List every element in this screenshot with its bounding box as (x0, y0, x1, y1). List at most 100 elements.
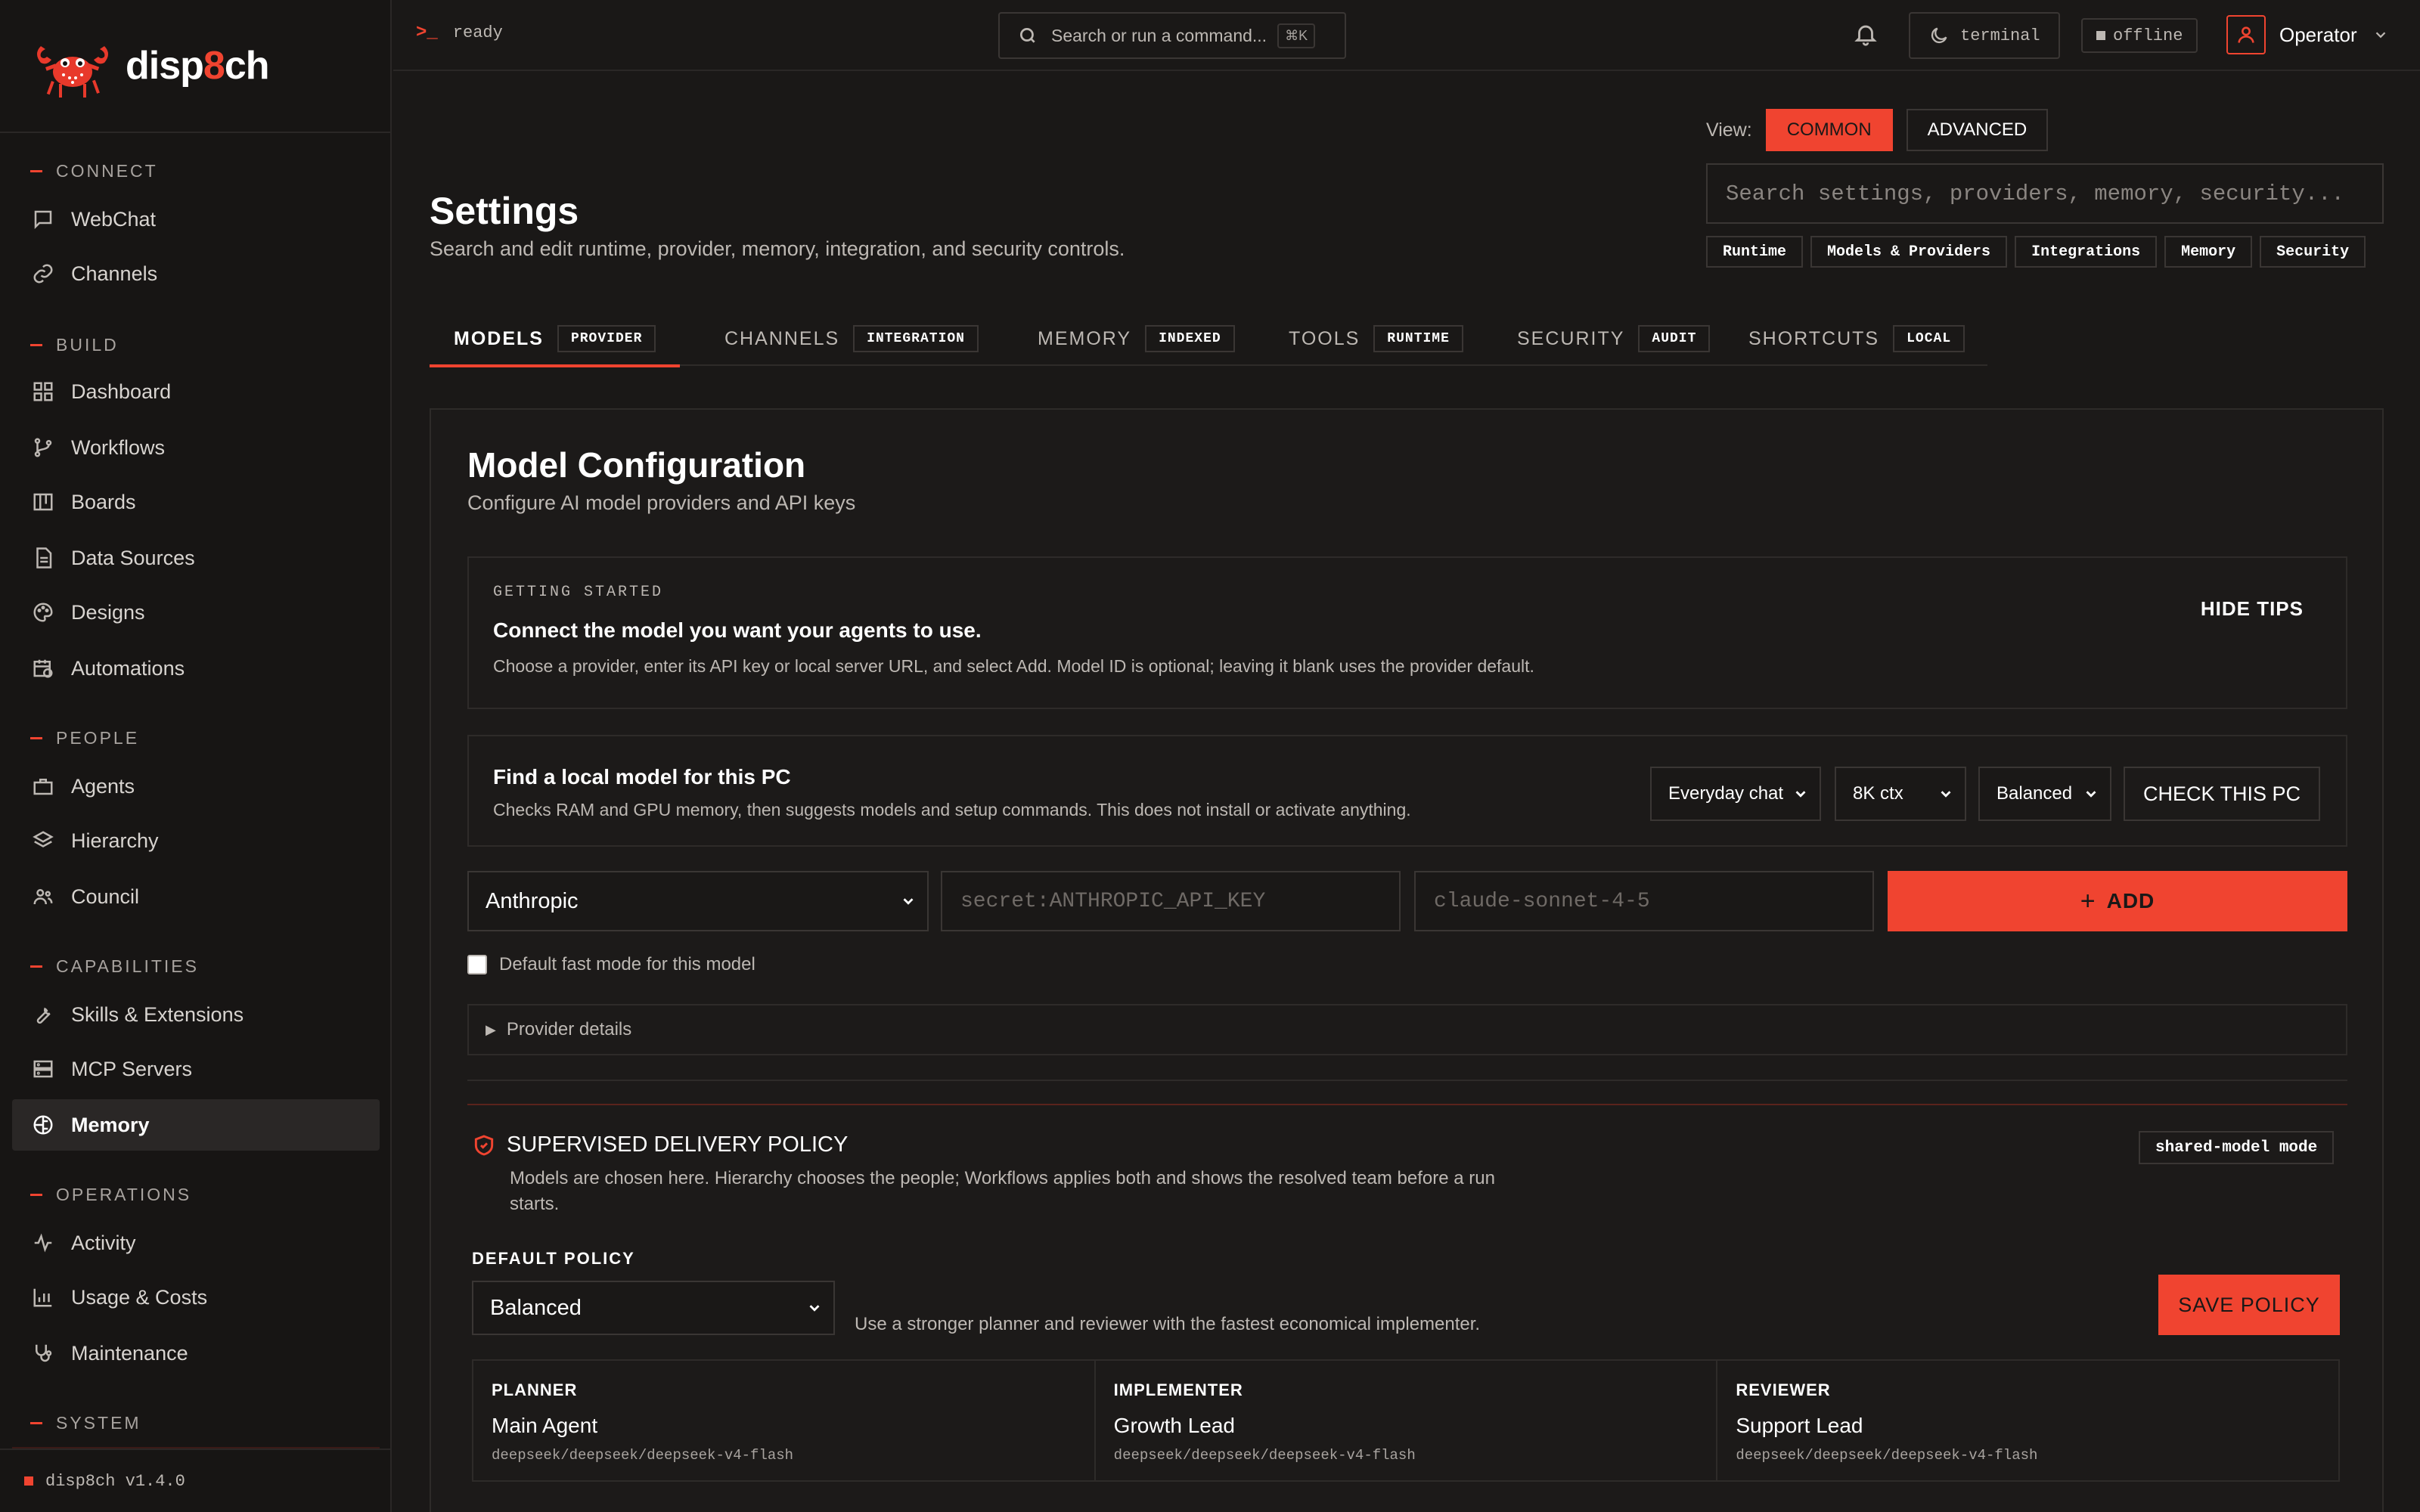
bar-chart-icon (33, 1288, 52, 1307)
chevron-down-icon (1795, 791, 1806, 798)
sidebar-item-channels[interactable]: Channels (12, 248, 380, 299)
policy-description: Models are chosen here. Hierarchy choose… (510, 1168, 1495, 1214)
chip-security[interactable]: Security (2260, 236, 2366, 268)
view-common-button[interactable]: COMMON (1765, 109, 1893, 151)
notifications-button[interactable] (1853, 21, 1879, 51)
status-square-icon (24, 1476, 33, 1486)
sidebar-item-label: Skills & Extensions (71, 1002, 244, 1026)
sidebar-item-data-sources[interactable]: Data Sources (12, 532, 380, 584)
board-icon (33, 493, 53, 511)
sidebar-item-maintenance[interactable]: Maintenance (12, 1328, 380, 1379)
status-indicator: >_ ready (416, 23, 503, 43)
context-value: 8K ctx (1853, 783, 1903, 804)
local-model-finder: Find a local model for this PC Checks RA… (467, 735, 2347, 847)
avatar (2226, 15, 2266, 54)
check-this-pc-button[interactable]: CHECK THIS PC (2124, 767, 2320, 821)
tab-badge: RUNTIME (1373, 325, 1463, 352)
settings-search-input[interactable]: Search settings, providers, memory, secu… (1706, 163, 2384, 224)
divider (467, 1080, 2347, 1081)
view-label: View: (1706, 119, 1752, 141)
tab-label: CHANNELS (724, 327, 840, 349)
chip-integrations[interactable]: Integrations (2015, 236, 2158, 268)
sidebar-item-usage-costs[interactable]: Usage & Costs (12, 1272, 380, 1323)
context-select[interactable]: 8K ctx (1835, 767, 1966, 821)
provider-select[interactable]: Anthropic (467, 871, 929, 931)
tab-channels[interactable]: CHANNELS INTEGRATION (724, 311, 979, 366)
role-implementer: IMPLEMENTER Growth Lead deepseek/deepsee… (1096, 1361, 1718, 1480)
use-case-value: Everyday chat (1668, 783, 1784, 804)
stethoscope-icon (36, 1344, 52, 1362)
fast-mode-checkbox[interactable] (467, 955, 487, 974)
tab-models[interactable]: MODELS PROVIDER (430, 311, 681, 367)
view-advanced-button[interactable]: ADVANCED (1906, 109, 2049, 151)
sidebar-item-label: Memory (71, 1113, 150, 1136)
sidebar-item-label: Boards (71, 490, 136, 513)
tips-body: Choose a provider, enter its API key or … (493, 656, 1534, 676)
tab-badge: PROVIDER (557, 325, 656, 352)
sidebar-item-automations[interactable]: Automations (12, 643, 380, 694)
tab-security[interactable]: SECURITY AUDIT (1517, 311, 1711, 366)
sidebar-item-memory[interactable]: Memory (12, 1099, 380, 1151)
sidebar-item-label: Workflows (71, 435, 166, 459)
layers-icon (33, 831, 54, 847)
sidebar-item-agents[interactable]: Agents (12, 761, 380, 812)
topbar: >_ ready Search or run a command... ⌘K t… (393, 0, 2420, 71)
branch-icon (34, 438, 52, 457)
nav-section-operations: OPERATIONS (0, 1179, 191, 1210)
tab-memory[interactable]: MEMORY INDEXED (1038, 311, 1235, 366)
sidebar-item-skills[interactable]: Skills & Extensions (12, 989, 380, 1040)
default-policy-hint: Use a stronger planner and reviewer with… (855, 1314, 1481, 1334)
chip-memory[interactable]: Memory (2164, 236, 2253, 268)
sidebar: disp8ch CONNECT WebChat Channels BUILD D… (0, 0, 392, 1512)
bell-icon (1854, 25, 1877, 46)
sidebar-item-boards[interactable]: Boards (12, 476, 380, 528)
chip-models-providers[interactable]: Models & Providers (1810, 236, 2008, 268)
default-policy-select[interactable]: Balanced (472, 1281, 835, 1335)
sidebar-item-activity[interactable]: Activity (12, 1217, 380, 1269)
crab-logo-icon (37, 46, 108, 98)
add-provider-button[interactable]: + ADD (1888, 871, 2347, 931)
model-id-input[interactable]: claude-sonnet-4-5 (1414, 871, 1874, 931)
connection-badge: offline (2081, 18, 2198, 53)
palette-icon (33, 603, 53, 622)
fast-mode-row[interactable]: Default fast mode for this model (467, 954, 755, 975)
getting-started-tips: GETTING STARTED Connect the model you wa… (467, 556, 2347, 709)
version-footer: disp8ch v1.4.0 (0, 1448, 392, 1512)
sidebar-item-label: Usage & Costs (71, 1285, 208, 1309)
chip-runtime[interactable]: Runtime (1706, 236, 1804, 268)
tab-shortcuts[interactable]: SHORTCUTS LOCAL (1748, 311, 1965, 366)
user-name: Operator (2279, 23, 2357, 46)
policy-heading: SUPERVISED DELIVERY POLICY (472, 1132, 848, 1157)
command-search[interactable]: Search or run a command... ⌘K (998, 12, 1346, 59)
role-model: deepseek/deepseek/deepseek-v4-flash (492, 1447, 794, 1464)
sidebar-item-council[interactable]: Council (12, 871, 380, 922)
default-policy-value: Balanced (490, 1295, 582, 1320)
sidebar-item-hierarchy[interactable]: Hierarchy (12, 815, 380, 866)
brand[interactable]: disp8ch (0, 0, 390, 133)
sidebar-item-workflows[interactable]: Workflows (12, 422, 380, 473)
sidebar-item-mcp-servers[interactable]: MCP Servers (12, 1043, 380, 1095)
sidebar-item-label: Maintenance (71, 1341, 188, 1365)
tips-kicker: GETTING STARTED (493, 584, 664, 601)
plus-icon: + (2080, 886, 2096, 916)
profile-select[interactable]: Balanced (1978, 767, 2111, 821)
hide-tips-button[interactable]: HIDE TIPS (2201, 597, 2304, 621)
theme-toggle[interactable]: terminal (1909, 12, 2060, 59)
default-policy-label: DEFAULT POLICY (472, 1249, 635, 1268)
tab-label: MEMORY (1038, 327, 1132, 349)
sidebar-item-designs[interactable]: Designs (12, 587, 380, 638)
provider-details-toggle[interactable]: ▶ Provider details (467, 1004, 2347, 1055)
search-icon (1019, 27, 1035, 43)
fast-mode-label: Default fast mode for this model (499, 954, 755, 974)
api-key-input[interactable]: secret:ANTHROPIC_API_KEY (941, 871, 1401, 931)
sidebar-item-webchat[interactable]: WebChat (12, 194, 380, 245)
nav-section-capabilities: CAPABILITIES (0, 951, 199, 981)
nav-section-people: PEOPLE (0, 723, 139, 753)
sidebar-item-dashboard[interactable]: Dashboard (12, 366, 380, 417)
moon-icon (1931, 27, 1947, 44)
save-policy-button[interactable]: SAVE POLICY (2158, 1275, 2340, 1335)
tab-tools[interactable]: TOOLS RUNTIME (1289, 311, 1463, 366)
user-menu[interactable]: Operator (2226, 15, 2389, 54)
page-subtitle: Search and edit runtime, provider, memor… (430, 237, 1125, 260)
use-case-select[interactable]: Everyday chat (1650, 767, 1821, 821)
